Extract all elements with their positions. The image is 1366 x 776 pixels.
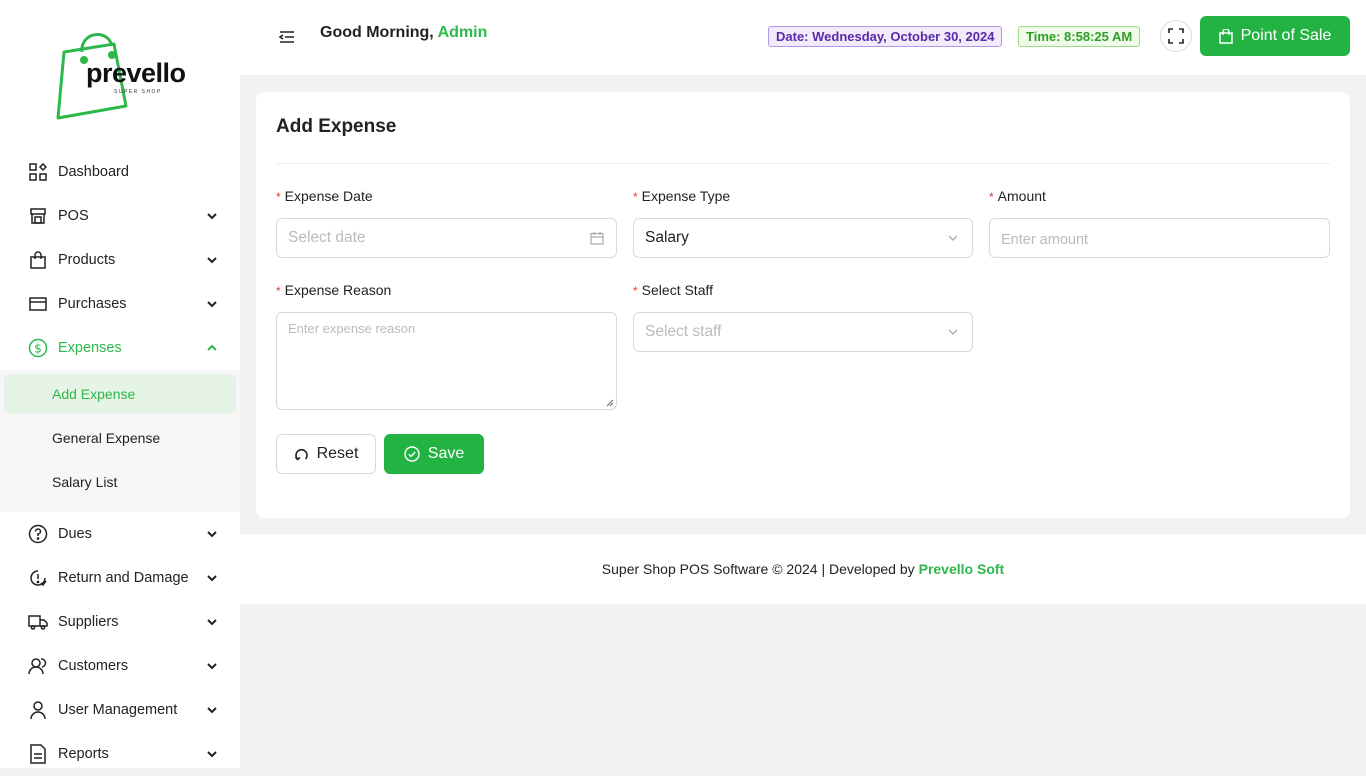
user-icon — [28, 700, 48, 720]
calendar-icon[interactable] — [590, 231, 604, 245]
report-icon — [28, 744, 48, 764]
amount-input[interactable]: Enter amount — [989, 218, 1330, 258]
menu-toggle-icon[interactable] — [278, 28, 296, 46]
expense-reason-placeholder: Enter expense reason — [288, 321, 416, 336]
select-staff-select[interactable]: Select staff — [633, 312, 973, 352]
brand-name: prevello — [86, 58, 186, 88]
sidebar-item-label: Dues — [58, 526, 92, 542]
submenu-item-general-expense[interactable]: General Expense — [4, 418, 236, 458]
dashboard-icon — [28, 162, 48, 182]
chevron-down-icon — [207, 707, 217, 714]
submenu-item-add-expense[interactable]: Add Expense — [4, 374, 236, 414]
time-badge: Time: 8:58:25 AM — [1018, 26, 1141, 47]
reset-label: Reset — [316, 445, 359, 462]
user-name: Admin — [437, 24, 488, 41]
reset-icon — [294, 448, 308, 461]
bag-icon — [28, 250, 48, 270]
expenses-submenu: Add Expense General Expense Salary List — [0, 370, 240, 512]
sidebar: prevello SUPER SHOP Dashboard POS Produc… — [0, 0, 240, 768]
sidebar-item-label: Products — [58, 252, 116, 268]
expense-date-label: * Expense Date — [276, 188, 373, 204]
customers-icon — [28, 656, 48, 676]
chevron-down-icon — [207, 531, 217, 538]
sidebar-item-label: User Management — [58, 702, 178, 718]
sidebar-nav: Dashboard POS Products Purchases $ Expen… — [0, 150, 240, 776]
sidebar-item-label: Reports — [58, 746, 109, 762]
select-staff-label: * Select Staff — [633, 282, 714, 298]
truck-icon — [28, 612, 48, 632]
card-icon — [28, 294, 48, 314]
expense-type-select[interactable]: Salary — [633, 218, 973, 258]
chevron-down-icon — [948, 235, 958, 241]
chevron-down-icon — [207, 213, 217, 220]
dollar-icon: $ — [28, 338, 48, 358]
date-badge: Date: Wednesday, October 30, 2024 — [768, 26, 1003, 47]
amount-label: * Amount — [989, 188, 1046, 204]
sidebar-item-label: Customers — [58, 658, 129, 674]
expense-reason-label: * Expense Reason — [276, 282, 392, 298]
return-icon — [28, 568, 48, 588]
sidebar-item-expenses[interactable]: $ Expenses — [0, 326, 240, 370]
sidebar-item-label: Expenses — [58, 340, 122, 356]
amount-placeholder: Enter amount — [1001, 232, 1089, 248]
sidebar-item-label: Purchases — [58, 296, 127, 312]
question-icon — [28, 524, 48, 544]
add-expense-card: Add Expense * Expense Date Select date * E… — [256, 92, 1350, 518]
page-title: Add Expense — [276, 116, 397, 137]
point-of-sale-button[interactable]: Point of Sale — [1200, 16, 1350, 56]
expense-reason-textarea[interactable]: Enter expense reason — [276, 312, 617, 410]
save-button[interactable]: Save — [384, 434, 484, 474]
chevron-down-icon — [948, 329, 958, 335]
sidebar-item-label: Return and Damage — [58, 570, 189, 586]
divider — [276, 163, 1330, 164]
chevron-down-icon — [207, 751, 217, 758]
sidebar-item-reports[interactable]: Reports — [0, 732, 240, 776]
expense-date-input[interactable]: Select date — [276, 218, 617, 258]
footer-text: Super Shop POS Software © 2024 | Develop… — [601, 561, 915, 577]
sidebar-item-suppliers[interactable]: Suppliers — [0, 600, 240, 644]
expense-type-value: Salary — [645, 229, 689, 246]
fullscreen-button[interactable] — [1160, 20, 1192, 52]
sidebar-item-products[interactable]: Products — [0, 238, 240, 282]
submenu-item-salary-list[interactable]: Salary List — [4, 462, 236, 502]
sidebar-item-label: POS — [58, 208, 89, 224]
store-icon — [28, 206, 48, 226]
sidebar-item-label: Suppliers — [58, 614, 119, 630]
developer-link[interactable]: Prevello Soft — [919, 561, 1005, 577]
chevron-down-icon — [207, 575, 217, 582]
fullscreen-icon — [1168, 28, 1184, 44]
sidebar-item-dues[interactable]: Dues — [0, 512, 240, 556]
expense-type-label: * Expense Type — [633, 188, 731, 204]
shopping-bag-icon — [1218, 28, 1233, 44]
sidebar-item-customers[interactable]: Customers — [0, 644, 240, 688]
greeting: Good Morning, Admin — [320, 24, 487, 42]
sidebar-item-user-management[interactable]: User Management — [0, 688, 240, 732]
resize-handle-icon[interactable] — [606, 399, 614, 407]
sidebar-item-return-damage[interactable]: Return and Damage — [0, 556, 240, 600]
chevron-down-icon — [207, 257, 217, 264]
sidebar-item-dashboard[interactable]: Dashboard — [0, 150, 240, 194]
reset-button[interactable]: Reset — [276, 434, 376, 474]
sidebar-item-purchases[interactable]: Purchases — [0, 282, 240, 326]
check-circle-icon — [404, 446, 420, 462]
brand-logo[interactable]: prevello SUPER SHOP — [52, 28, 192, 124]
point-of-sale-label: Point of Sale — [1240, 27, 1332, 44]
chevron-down-icon — [207, 663, 217, 670]
chevron-up-icon — [207, 344, 217, 351]
chevron-down-icon — [207, 301, 217, 308]
expense-date-placeholder: Select date — [288, 229, 366, 246]
select-staff-placeholder: Select staff — [645, 323, 722, 340]
save-label: Save — [427, 445, 465, 462]
top-header: Good Morning, Admin Date: Wednesday, Oct… — [240, 0, 1366, 75]
greeting-text: Good Morning, — [320, 24, 434, 41]
brand-tagline: SUPER SHOP — [114, 89, 162, 95]
sidebar-item-pos[interactable]: POS — [0, 194, 240, 238]
svg-text:$: $ — [34, 342, 42, 356]
footer: Super Shop POS Software © 2024 | Develop… — [240, 534, 1366, 604]
sidebar-item-label: Dashboard — [58, 164, 129, 180]
chevron-down-icon — [207, 619, 217, 626]
